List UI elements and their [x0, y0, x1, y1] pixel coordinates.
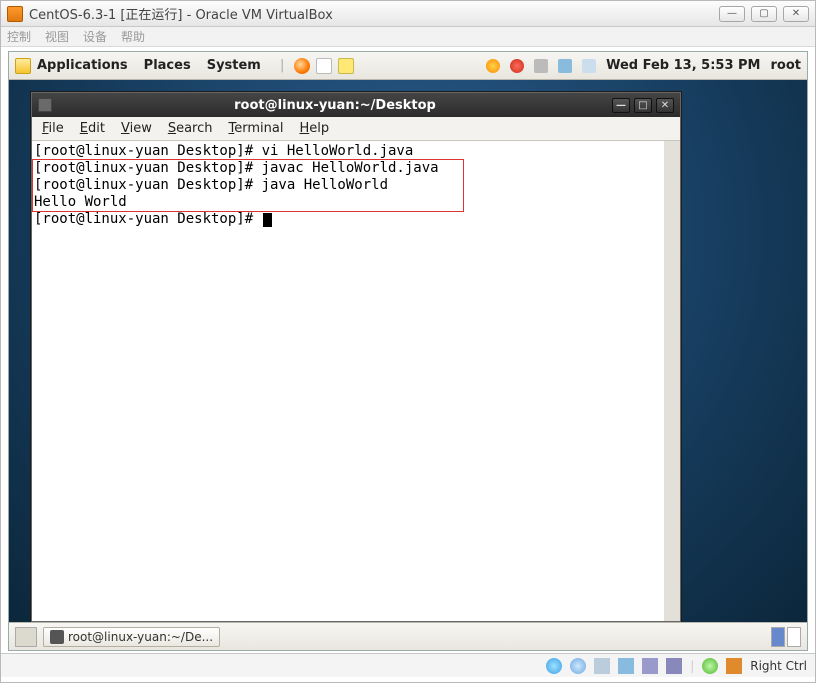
terminal-close-button[interactable]: ✕: [656, 98, 674, 113]
terminal-line: Hello World: [34, 194, 127, 210]
terminal-window-controls: — □ ✕: [612, 98, 674, 113]
terminal-line: [root@linux-yuan Desktop]# java HelloWor…: [34, 177, 388, 193]
terminal-body[interactable]: [root@linux-yuan Desktop]# vi HelloWorld…: [32, 141, 680, 621]
sb-network-icon[interactable]: [618, 658, 634, 674]
vbox-statusbar: | Right Ctrl: [1, 653, 815, 677]
vbox-window-title: CentOS-6.3-1 [正在运行] - Oracle VM VirtualB…: [29, 4, 719, 23]
notes-icon[interactable]: [338, 58, 354, 74]
menu-places[interactable]: Places: [144, 58, 191, 73]
vbox-titlebar: CentOS-6.3-1 [正在运行] - Oracle VM VirtualB…: [1, 1, 815, 27]
gnome-top-panel: Applications Places System | Wed Feb 13,…: [9, 52, 807, 80]
user-menu[interactable]: root: [771, 58, 802, 73]
virtualbox-window: CentOS-6.3-1 [正在运行] - Oracle VM VirtualB…: [0, 0, 816, 683]
terminal-menu-file[interactable]: File: [42, 121, 64, 136]
terminal-maximize-button[interactable]: □: [634, 98, 652, 113]
sb-hdd-icon[interactable]: [546, 658, 562, 674]
vbox-close-button[interactable]: ✕: [783, 6, 809, 22]
panel-tray: Wed Feb 13, 5:53 PM root: [486, 58, 801, 73]
workspace-2[interactable]: [787, 627, 801, 647]
sb-mouse-integration-icon[interactable]: [702, 658, 718, 674]
taskbar-item-terminal[interactable]: root@linux-yuan:~/De...: [43, 627, 220, 647]
vbox-window-controls: — ▢ ✕: [719, 6, 809, 22]
sb-host-key-label: Right Ctrl: [750, 659, 807, 673]
terminal-menu-edit[interactable]: Edit: [80, 121, 105, 136]
sb-display-icon[interactable]: [666, 658, 682, 674]
vbox-maximize-button[interactable]: ▢: [751, 6, 777, 22]
terminal-menubar: File Edit View Search Terminal Help: [32, 117, 680, 141]
gnome-bottom-panel: root@linux-yuan:~/De...: [9, 622, 807, 650]
vbox-menu-device[interactable]: 设备: [83, 28, 107, 45]
show-desktop-button[interactable]: [15, 627, 37, 647]
terminal-minimize-button[interactable]: —: [612, 98, 630, 113]
menu-applications[interactable]: Applications: [37, 58, 128, 73]
vbox-menu-control[interactable]: 控制: [7, 28, 31, 45]
clock[interactable]: Wed Feb 13, 5:53 PM: [606, 58, 760, 73]
sb-usb-icon[interactable]: [594, 658, 610, 674]
vbox-app-icon: [7, 6, 23, 22]
terminal-line: [root@linux-yuan Desktop]#: [34, 211, 262, 227]
vbox-menu-view[interactable]: 视图: [45, 28, 69, 45]
workspace-switcher: [771, 627, 801, 647]
guest-display: Applications Places System | Wed Feb 13,…: [8, 51, 808, 651]
workspace-1[interactable]: [771, 627, 785, 647]
terminal-menu-search[interactable]: Search: [168, 121, 213, 136]
terminal-cursor: [263, 213, 272, 227]
firefox-icon[interactable]: [294, 58, 310, 74]
terminal-menu-terminal[interactable]: Terminal: [229, 121, 284, 136]
distro-icon[interactable]: [15, 58, 31, 74]
vbox-minimize-button[interactable]: —: [719, 6, 745, 22]
sb-odd-icon[interactable]: [570, 658, 586, 674]
panel-separator: |: [280, 58, 285, 73]
terminal-window: root@linux-yuan:~/Desktop — □ ✕ File Edi…: [31, 92, 681, 622]
terminal-title: root@linux-yuan:~/Desktop: [58, 98, 612, 113]
network-icon[interactable]: [558, 59, 572, 73]
terminal-task-icon: [50, 630, 64, 644]
sb-shared-folders-icon[interactable]: [642, 658, 658, 674]
terminal-titlebar[interactable]: root@linux-yuan:~/Desktop — □ ✕: [32, 93, 680, 117]
vbox-menu-help[interactable]: 帮助: [121, 28, 145, 45]
terminal-line: [root@linux-yuan Desktop]# vi HelloWorld…: [34, 143, 413, 159]
terminal-menu-help[interactable]: Help: [299, 121, 329, 136]
updates-icon[interactable]: [486, 59, 500, 73]
taskbar-item-label: root@linux-yuan:~/De...: [68, 630, 213, 644]
sb-separator: |: [690, 659, 694, 673]
terminal-title-icon: [38, 98, 52, 112]
volume-icon[interactable]: [534, 59, 548, 73]
alert-icon[interactable]: [510, 59, 524, 73]
menu-system[interactable]: System: [207, 58, 261, 73]
mail-icon[interactable]: [316, 58, 332, 74]
battery-icon[interactable]: [582, 59, 596, 73]
terminal-line: [root@linux-yuan Desktop]# javac HelloWo…: [34, 160, 439, 176]
sb-host-key-icon[interactable]: [726, 658, 742, 674]
vbox-menubar: 控制 视图 设备 帮助: [1, 27, 815, 47]
terminal-menu-view[interactable]: View: [121, 121, 152, 136]
